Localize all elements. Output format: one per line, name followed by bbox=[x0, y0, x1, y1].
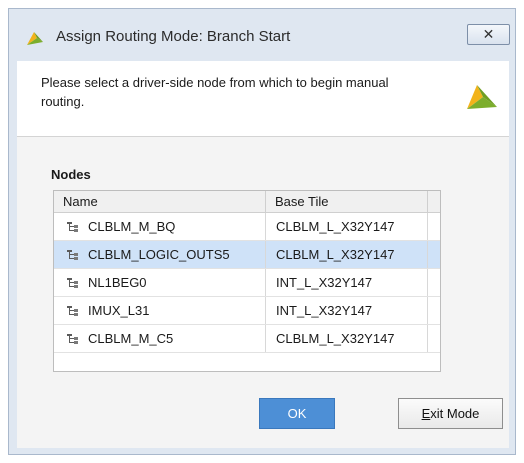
table-header: Name Base Tile bbox=[54, 191, 440, 213]
dialog-body: Please select a driver-side node from wh… bbox=[17, 61, 509, 448]
message-header: Please select a driver-side node from wh… bbox=[17, 61, 509, 137]
table-row[interactable]: CLBLM_M_C5 CLBLM_L_X32Y147 bbox=[54, 325, 440, 353]
node-name: NL1BEG0 bbox=[88, 275, 147, 290]
node-name: CLBLM_M_BQ bbox=[88, 219, 176, 234]
close-button[interactable]: ✕ bbox=[467, 24, 510, 45]
close-icon: ✕ bbox=[482, 26, 495, 42]
node-tree-icon bbox=[67, 250, 78, 260]
node-tree-icon bbox=[67, 306, 78, 316]
base-tile-cell: CLBLM_L_X32Y147 bbox=[266, 241, 428, 268]
exit-mode-button[interactable]: Exit Mode bbox=[398, 398, 503, 429]
vivado-logo-icon bbox=[27, 32, 43, 45]
nodes-section-label: Nodes bbox=[51, 167, 91, 182]
instruction-text: Please select a driver-side node from wh… bbox=[41, 75, 389, 109]
table-row[interactable]: CLBLM_M_BQ CLBLM_L_X32Y147 bbox=[54, 213, 440, 241]
base-tile-cell: INT_L_X32Y147 bbox=[266, 269, 428, 296]
exit-label: xit Mode bbox=[430, 406, 480, 421]
base-tile-cell: INT_L_X32Y147 bbox=[266, 297, 428, 324]
exit-mnemonic: E bbox=[421, 406, 431, 421]
vivado-logo-icon bbox=[467, 85, 497, 109]
node-tree-icon bbox=[67, 334, 78, 344]
node-tree-icon bbox=[67, 278, 78, 288]
table-row[interactable]: IMUX_L31 INT_L_X32Y147 bbox=[54, 297, 440, 325]
node-name: IMUX_L31 bbox=[88, 303, 150, 318]
node-name-cell: CLBLM_LOGIC_OUTS5 bbox=[54, 241, 266, 268]
node-name: CLBLM_M_C5 bbox=[88, 331, 174, 346]
column-header-base-tile[interactable]: Base Tile bbox=[266, 191, 428, 212]
nodes-table: Name Base Tile CLBLM_M_BQ CLBLM_L_X32Y147… bbox=[53, 190, 441, 372]
base-tile-cell: CLBLM_L_X32Y147 bbox=[266, 325, 428, 352]
node-name-cell: CLBLM_M_BQ bbox=[54, 213, 266, 240]
ok-button[interactable]: OK bbox=[259, 398, 335, 429]
title-bar[interactable]: Assign Routing Mode: Branch Start ✕ bbox=[9, 9, 515, 59]
node-name: CLBLM_LOGIC_OUTS5 bbox=[88, 247, 230, 262]
table-row[interactable]: CLBLM_LOGIC_OUTS5 CLBLM_L_X32Y147 bbox=[54, 241, 440, 269]
node-name-cell: IMUX_L31 bbox=[54, 297, 266, 324]
table-row[interactable]: NL1BEG0 INT_L_X32Y147 bbox=[54, 269, 440, 297]
node-name-cell: NL1BEG0 bbox=[54, 269, 266, 296]
node-name-cell: CLBLM_M_C5 bbox=[54, 325, 266, 352]
node-tree-icon bbox=[67, 222, 78, 232]
column-header-name[interactable]: Name bbox=[54, 191, 266, 212]
base-tile-cell: CLBLM_L_X32Y147 bbox=[266, 213, 428, 240]
dialog-window: Assign Routing Mode: Branch Start ✕ Plea… bbox=[8, 8, 516, 455]
window-title: Assign Routing Mode: Branch Start bbox=[56, 28, 291, 45]
